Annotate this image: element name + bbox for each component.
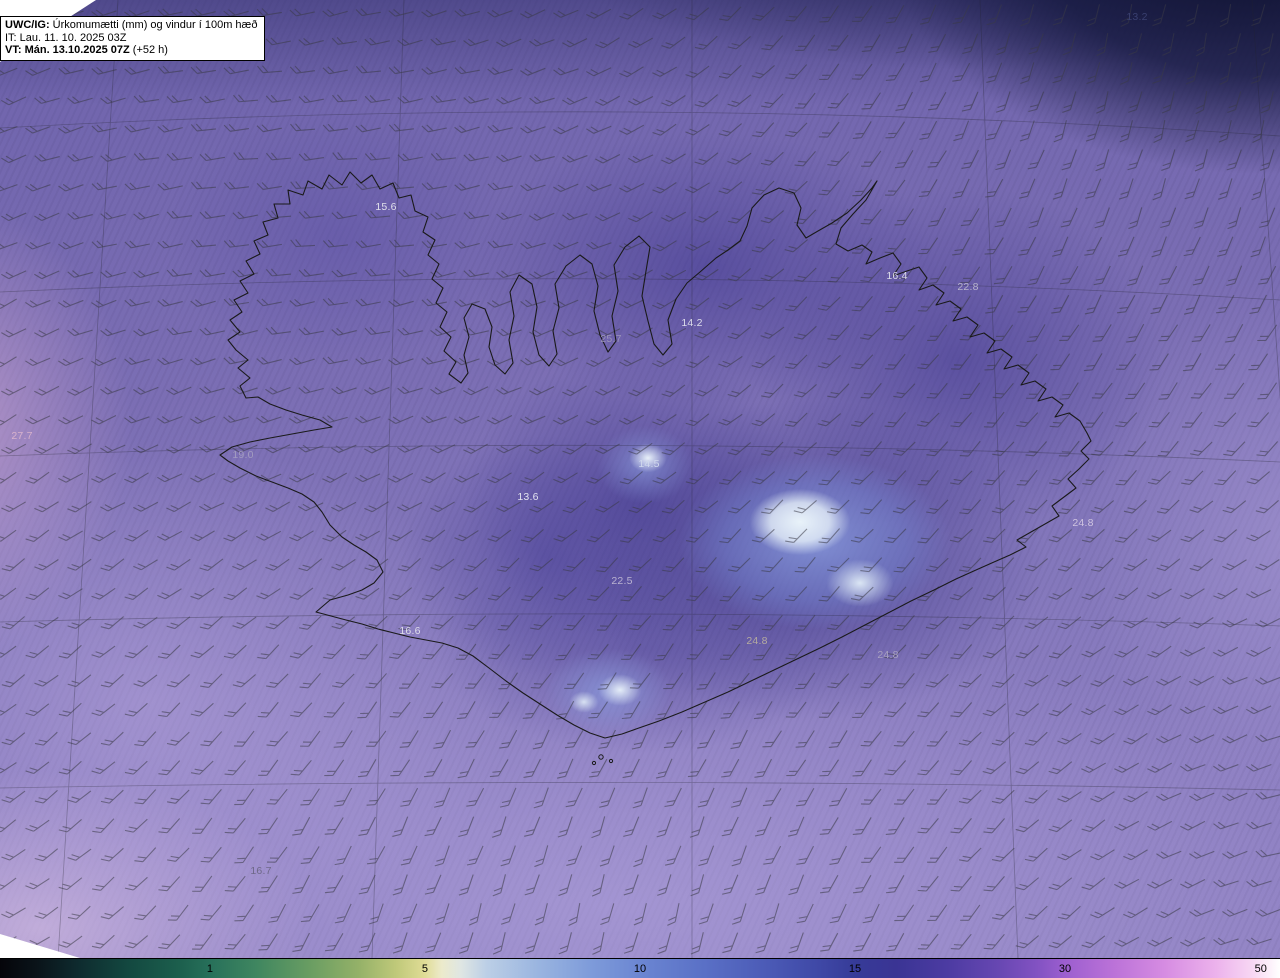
offshore-islands (591, 754, 614, 766)
init-time-line: IT: Lau. 11. 10. 2025 03Z (5, 32, 257, 45)
init-time-label: IT: (5, 31, 20, 44)
iceland-coastline (219, 171, 1092, 739)
colorbar: 1 5 10 15 30 50 (0, 958, 1280, 978)
colorbar-tick: 1 (206, 962, 213, 975)
valid-time-label: VT: (5, 44, 25, 56)
valid-time-line: VT: Mán. 13.10.2025 07Z (+52 h) (5, 44, 257, 57)
colorbar-tick: 15 (848, 962, 862, 975)
init-time-value: Lau. 11. 10. 2025 03Z (19, 31, 127, 44)
weather-map-app: 13.2 15.6 16.4 22.8 14.2 25.7 27.7 19.0 14.5 13.6… (0, 0, 1280, 978)
colorbar-tick: 5 (421, 962, 429, 975)
map-overlay-svg (0, 0, 1280, 958)
title-box: UWC/IG: Úrkomumætti (mm) og vindur í 100… (0, 16, 266, 61)
colorbar-tick: 50 (1254, 962, 1267, 975)
wind-barbs-layer (0, 1, 1280, 957)
map-title: Úrkomumætti (mm) og vindur í 100m hæð (49, 19, 258, 31)
map-canvas: 13.2 15.6 16.4 22.8 14.2 25.7 27.7 19.0 14.5 13.6… (0, 0, 1280, 958)
colorbar-tick: 10 (633, 962, 647, 975)
title-line: UWC/IG: Úrkomumætti (mm) og vindur í 100… (5, 19, 257, 32)
model-name: UWC/IG: (5, 19, 50, 31)
valid-time-value: Mán. 13.10.2025 07Z (24, 44, 130, 56)
colorbar-tick: 30 (1058, 962, 1072, 975)
valid-time-offset: (+52 h) (129, 44, 168, 56)
